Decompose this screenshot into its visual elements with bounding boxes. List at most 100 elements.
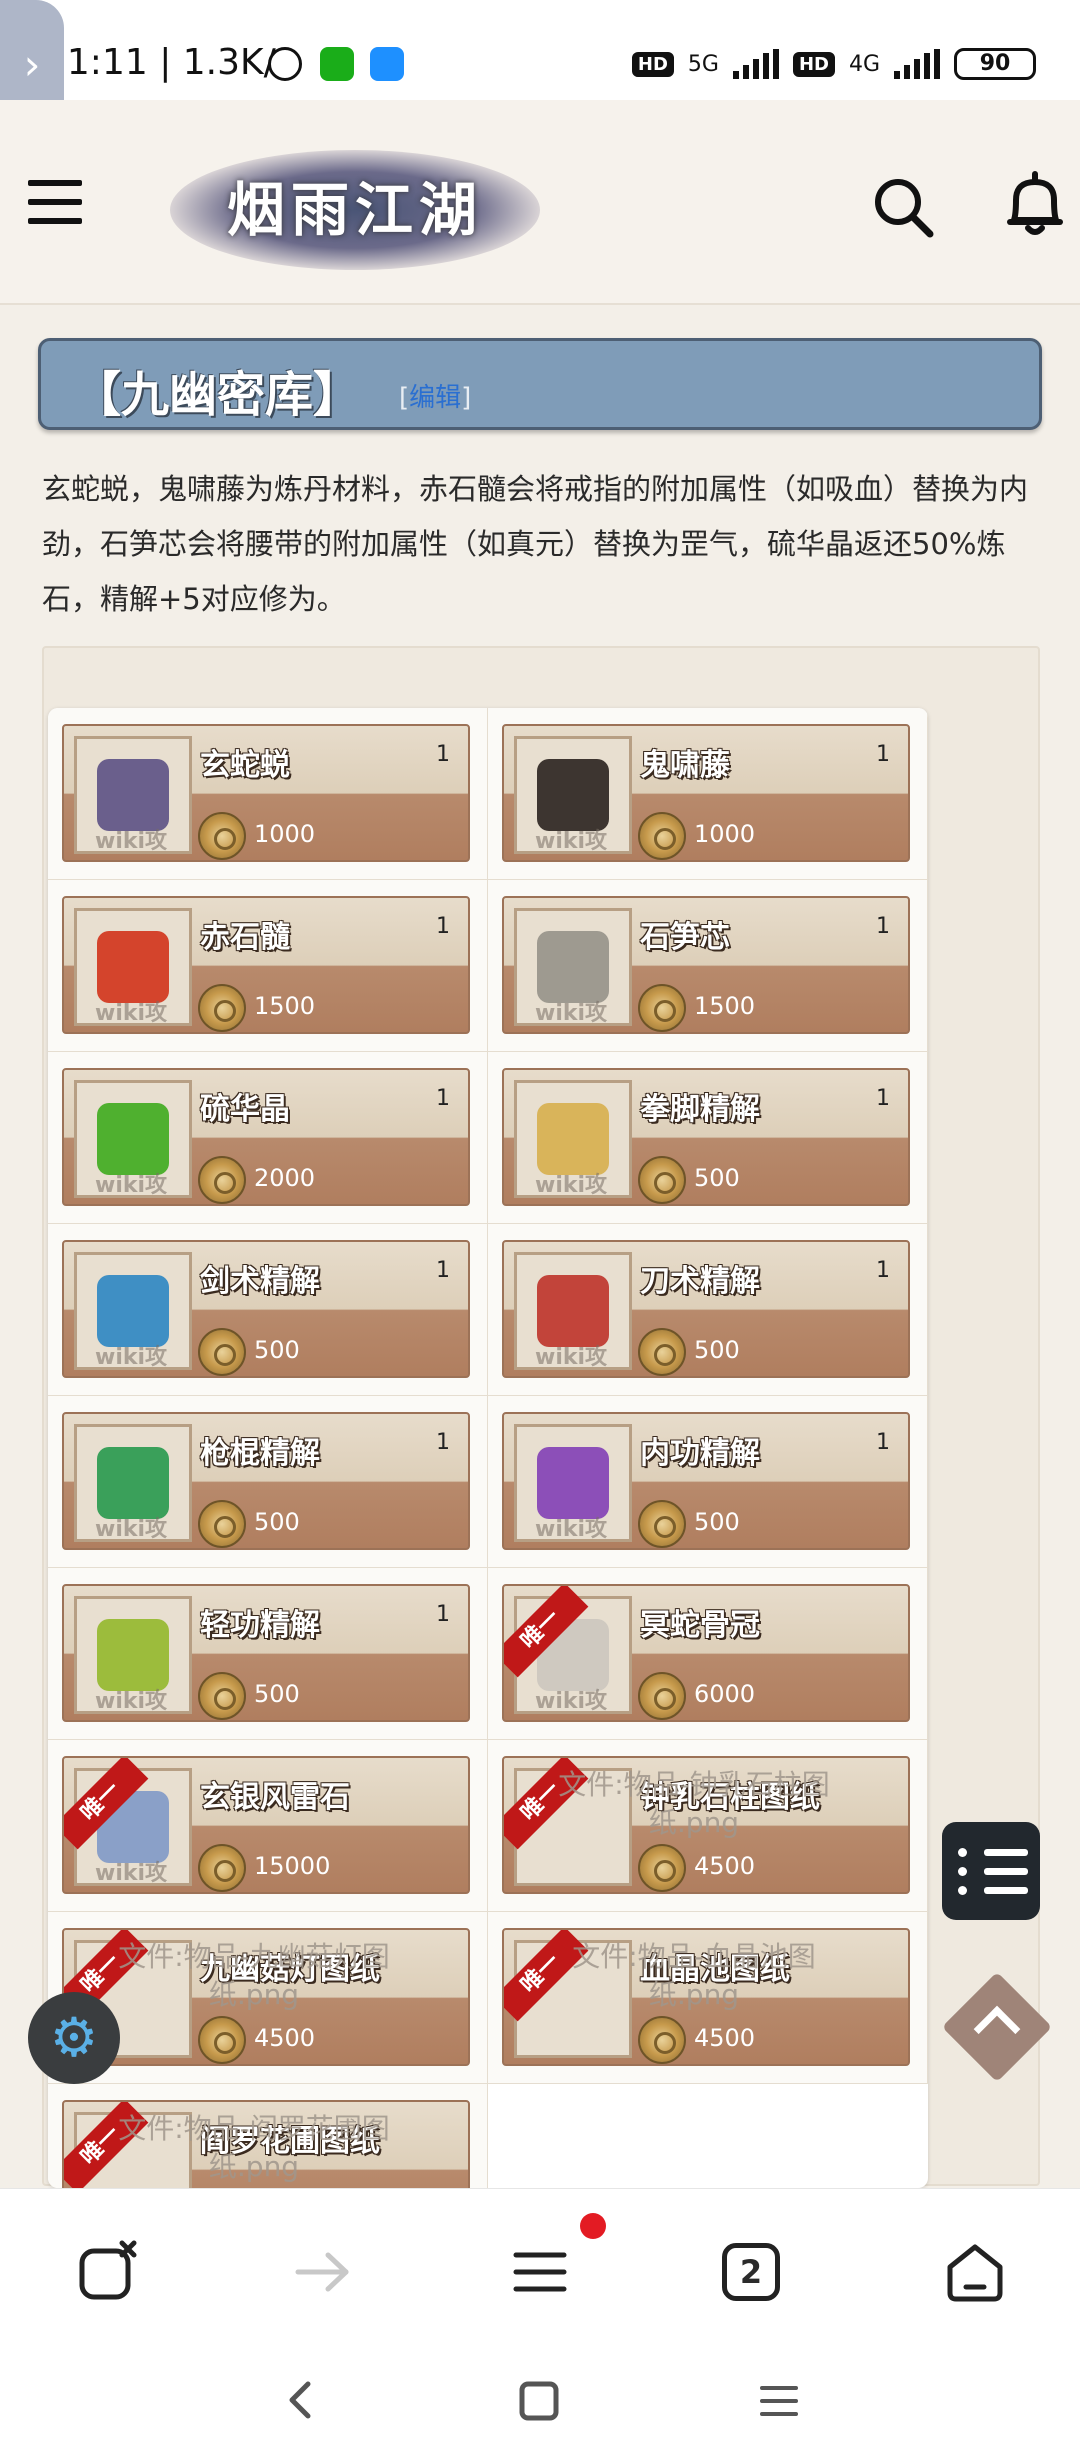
item-name[interactable]: 鬼啸藤 xyxy=(640,740,730,784)
item-card[interactable]: 唯一wiki攻略玄银风雷石 15000 xyxy=(62,1756,470,1894)
item-price: 6000 xyxy=(694,1680,756,1708)
nav-recents-icon[interactable] xyxy=(758,2380,800,2422)
item-thumbnail[interactable]: 唯一wiki攻略 xyxy=(504,1586,632,1714)
upload-icon xyxy=(370,47,404,81)
edit-open-bracket: [ xyxy=(399,383,410,413)
item-name[interactable]: 冥蛇骨冠 xyxy=(640,1600,760,1644)
item-thumbnail[interactable]: wiki攻略 xyxy=(74,736,192,854)
item-card[interactable]: 唯一 钟乳石柱图纸 4500 文件:物品-钟乳石柱图纸.png xyxy=(502,1756,910,1894)
item-price: 500 xyxy=(254,1508,300,1536)
coin-icon xyxy=(198,2016,246,2064)
coin-icon xyxy=(198,1328,246,1376)
settings-gear-button[interactable]: ⚙ xyxy=(28,1992,120,2084)
forward-arrow-icon[interactable] xyxy=(288,2237,358,2307)
wiki-watermark: wiki攻略 xyxy=(95,1173,168,1198)
signal-icon xyxy=(732,49,779,79)
item-name[interactable]: 内功精解 xyxy=(640,1428,760,1472)
missing-file-text: 文件:物品-九幽菇灯图纸.png xyxy=(118,1940,390,2011)
item-thumbnail[interactable]: wiki攻略 xyxy=(74,1424,192,1542)
item-cell: 唯一wiki攻略冥蛇骨冠 6000 xyxy=(488,1568,928,1740)
coin-icon xyxy=(638,1328,686,1376)
item-cell: wiki攻略 玄蛇蜕 1 1000 xyxy=(48,708,488,880)
item-card[interactable]: wiki攻略 内功精解 1 500 xyxy=(502,1412,910,1550)
item-card[interactable]: wiki攻略 玄蛇蜕 1 1000 xyxy=(62,724,470,862)
item-thumbnail[interactable]: wiki攻略 xyxy=(514,1252,632,1370)
item-name[interactable]: 赤石髓 xyxy=(200,912,290,956)
item-name[interactable]: 玄蛇蜕 xyxy=(200,740,290,784)
item-name[interactable]: 硫华晶 xyxy=(200,1084,290,1128)
coin-icon xyxy=(198,812,246,860)
item-name[interactable]: 轻功精解 xyxy=(200,1600,320,1644)
item-card[interactable]: wiki攻略 鬼啸藤 1 1000 xyxy=(502,724,910,862)
item-card[interactable]: wiki攻略 轻功精解 1 500 xyxy=(62,1584,470,1722)
item-thumbnail[interactable]: wiki攻略 xyxy=(74,1596,192,1714)
item-name[interactable]: 剑术精解 xyxy=(200,1256,320,1300)
item-price: 1000 xyxy=(694,820,756,848)
item-cell: wiki攻略 硫华晶 1 2000 xyxy=(48,1052,488,1224)
item-thumbnail[interactable]: wiki攻略 xyxy=(514,908,632,1026)
item-name[interactable]: 枪棍精解 xyxy=(200,1428,320,1472)
item-price: 15000 xyxy=(254,1852,331,1880)
item-card[interactable]: wiki攻略 赤石髓 1 1500 xyxy=(62,896,470,1034)
item-card[interactable]: wiki攻略 硫华晶 1 2000 xyxy=(62,1068,470,1206)
coin-icon xyxy=(638,984,686,1032)
nav-home-icon[interactable] xyxy=(518,2380,560,2422)
wiki-watermark: wiki攻略 xyxy=(95,1345,168,1370)
item-card[interactable]: wiki攻略 刀术精解 1 500 xyxy=(502,1240,910,1378)
item-card[interactable]: 唯一wiki攻略冥蛇骨冠 6000 xyxy=(502,1584,910,1722)
item-card[interactable]: 唯一 阎罗花圃图纸 文件:物品-阎罗花圃图纸.png xyxy=(62,2100,470,2188)
item-name[interactable]: 拳脚精解 xyxy=(640,1084,760,1128)
item-thumbnail[interactable]: wiki攻略 xyxy=(74,908,192,1026)
item-icon xyxy=(537,1103,609,1175)
item-card[interactable]: wiki攻略 拳脚精解 1 500 xyxy=(502,1068,910,1206)
item-thumbnail[interactable]: wiki攻略 xyxy=(514,1080,632,1198)
item-cell: wiki攻略 拳脚精解 1 500 xyxy=(488,1052,928,1224)
wiki-watermark: wiki攻略 xyxy=(95,1689,168,1714)
item-thumbnail[interactable]: 唯一wiki攻略 xyxy=(64,1758,192,1886)
close-tab-icon[interactable] xyxy=(74,2237,144,2307)
edit-close-bracket: ] xyxy=(461,383,472,413)
item-thumbnail[interactable]: wiki攻略 xyxy=(514,1424,632,1542)
item-cell: wiki攻略 枪棍精解 1 500 xyxy=(48,1396,488,1568)
status-bar: 11:11 | 1.3K/s HD 5G HD 4G 90 xyxy=(0,0,1080,100)
items-grid: wiki攻略玄蛇蜕11000wiki攻略鬼啸藤11000wiki攻略赤石髓115… xyxy=(48,708,928,2188)
item-cell: 唯一 钟乳石柱图纸 4500 文件:物品-钟乳石柱图纸.png xyxy=(488,1740,928,1912)
item-price: 1500 xyxy=(694,992,756,1020)
section-description: 玄蛇蜕，鬼啸藤为炼丹材料，赤石髓会将戒指的附加属性（如吸血）替换为内劲，石笋芯会… xyxy=(42,472,1029,616)
item-quantity: 1 xyxy=(876,1086,890,1111)
site-logo[interactable]: 烟雨江湖 xyxy=(170,150,540,270)
item-thumbnail[interactable]: wiki攻略 xyxy=(74,1080,192,1198)
item-card[interactable]: wiki攻略 石笋芯 1 1500 xyxy=(502,896,910,1034)
edit-link[interactable]: 编辑 xyxy=(409,383,461,413)
item-thumbnail[interactable]: wiki攻略 xyxy=(74,1252,192,1370)
item-icon xyxy=(537,1447,609,1519)
item-thumbnail[interactable]: wiki攻略 xyxy=(514,736,632,854)
item-card[interactable]: 唯一 九幽菇灯图纸 4500 文件:物品-九幽菇灯图纸.png xyxy=(62,1928,470,2066)
bell-icon[interactable] xyxy=(1002,170,1068,240)
item-price: 4500 xyxy=(694,2024,756,2052)
item-cell: 唯一 血晶池图纸 4500 文件:物品-血晶池图纸.png xyxy=(488,1912,928,2084)
tabs-button[interactable]: 2 xyxy=(722,2243,780,2301)
menu-lines-icon[interactable] xyxy=(506,2237,576,2307)
search-icon[interactable] xyxy=(868,172,938,242)
item-name[interactable]: 石笋芯 xyxy=(640,912,730,956)
item-price: 1500 xyxy=(254,992,316,1020)
coin-icon xyxy=(638,2016,686,2064)
browser-toolbar: 2 xyxy=(0,2188,1080,2340)
wiki-watermark: wiki攻略 xyxy=(95,1001,168,1026)
item-card[interactable]: 唯一 血晶池图纸 4500 文件:物品-血晶池图纸.png xyxy=(502,1928,910,2066)
coin-icon xyxy=(638,812,686,860)
item-price: 4500 xyxy=(694,1852,756,1880)
menu-icon[interactable] xyxy=(28,180,82,228)
nav-back-icon[interactable] xyxy=(280,2378,320,2422)
alarm-icon xyxy=(268,47,302,81)
toc-list-button[interactable] xyxy=(942,1822,1040,1920)
item-card[interactable]: wiki攻略 剑术精解 1 500 xyxy=(62,1240,470,1378)
item-card[interactable]: wiki攻略 枪棍精解 1 500 xyxy=(62,1412,470,1550)
item-name[interactable]: 刀术精解 xyxy=(640,1256,760,1300)
item-name[interactable]: 玄银风雷石 xyxy=(200,1772,350,1816)
missing-file-text: 文件:物品-钟乳石柱图纸.png xyxy=(558,1768,830,1839)
battery-icon: 90 xyxy=(954,48,1036,80)
home-icon[interactable] xyxy=(940,2237,1010,2307)
item-quantity: 1 xyxy=(436,914,450,939)
